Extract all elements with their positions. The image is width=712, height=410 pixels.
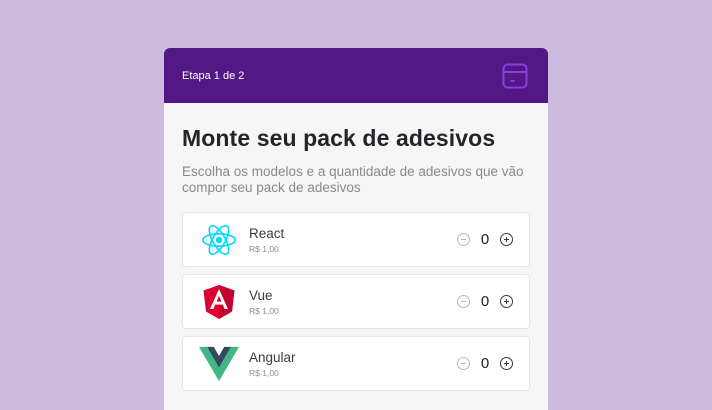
sticker-item-vue: Vue R$ 1,00 0 — [182, 274, 530, 329]
sticker-name: Vue — [249, 287, 273, 303]
quantity-stepper: 0 — [457, 355, 513, 372]
page-title: Monte seu pack de adesivos — [182, 125, 496, 151]
card-header: Etapa 1 de 2 — [164, 48, 548, 103]
increase-button[interactable] — [500, 357, 513, 370]
sticker-list: React R$ 1,00 0 Vue R$ 1,00 0 Angular R$… — [182, 212, 530, 391]
sticker-item-react: React R$ 1,00 0 — [182, 212, 530, 267]
card-content: Monte seu pack de adesivos Escolha os mo… — [164, 103, 548, 391]
sticker-price: R$ 1,00 — [249, 243, 279, 254]
decrease-button[interactable] — [457, 233, 470, 246]
quantity-value: 0 — [480, 231, 490, 248]
step-indicator: Etapa 1 de 2 — [182, 69, 245, 82]
sticker-name: Angular — [249, 349, 296, 365]
quantity-stepper: 0 — [457, 231, 513, 248]
sticker-item-angular: Angular R$ 1,00 0 — [182, 336, 530, 391]
sticker-price: R$ 1,00 — [249, 305, 279, 316]
sticker-price: R$ 1,00 — [249, 367, 279, 378]
decrease-button[interactable] — [457, 357, 470, 370]
angular-logo-icon — [199, 282, 239, 322]
react-logo-icon — [199, 220, 239, 260]
sticker-name: React — [249, 225, 285, 241]
box-icon — [502, 63, 528, 89]
decrease-button[interactable] — [457, 295, 470, 308]
page-subtitle: Escolha os modelos e a quantidade de ade… — [182, 164, 524, 195]
quantity-value: 0 — [480, 293, 490, 310]
quantity-value: 0 — [480, 355, 490, 372]
increase-button[interactable] — [500, 295, 513, 308]
vue-logo-icon — [199, 344, 239, 384]
increase-button[interactable] — [500, 233, 513, 246]
sticker-pack-card: Etapa 1 de 2 Monte seu pack de adesivos … — [164, 48, 548, 410]
quantity-stepper: 0 — [457, 293, 513, 310]
